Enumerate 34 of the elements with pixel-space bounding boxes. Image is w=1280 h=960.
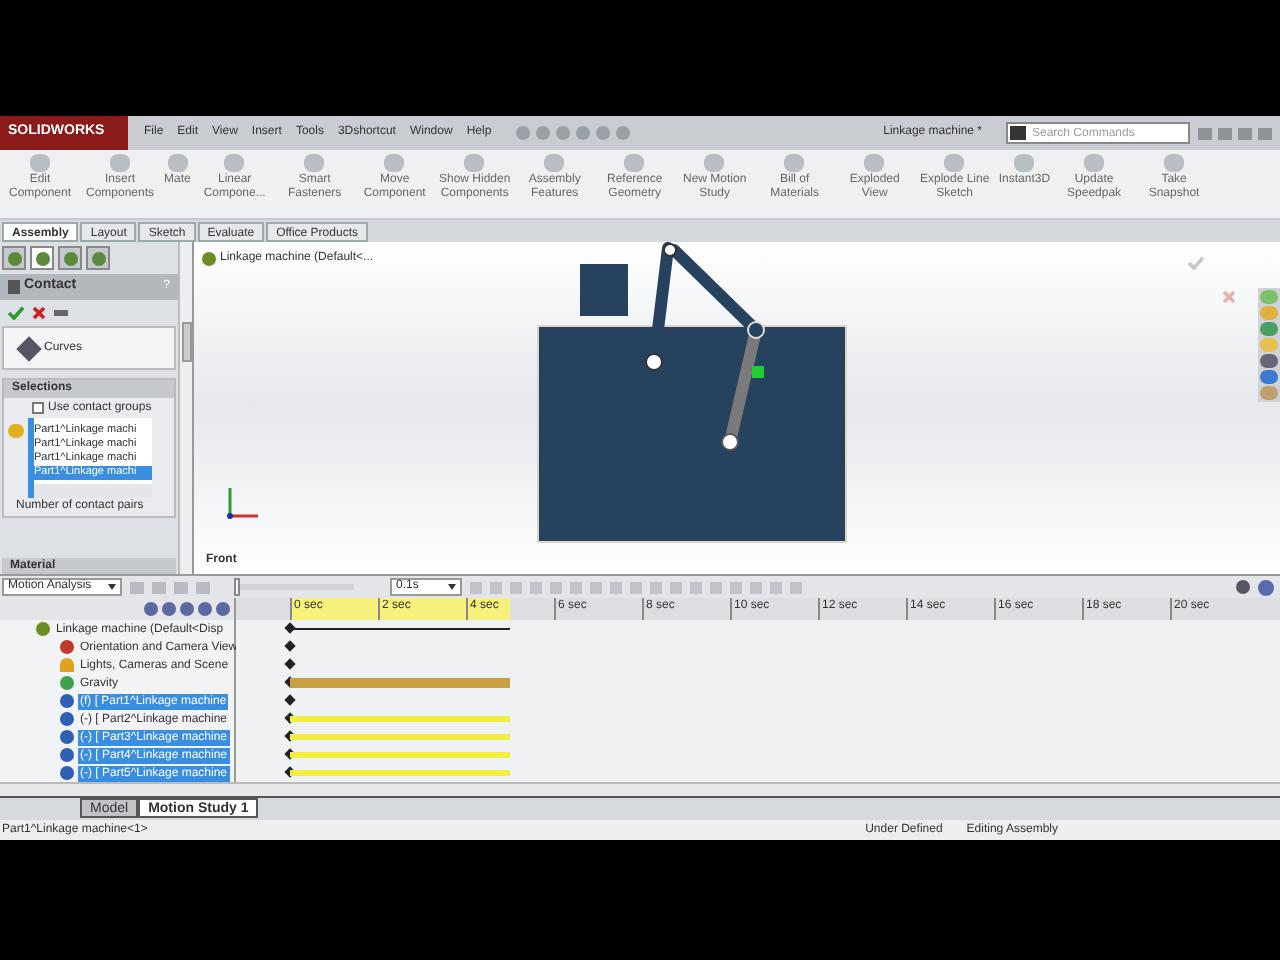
tool-icon [304,154,325,172]
scrollbar-thumb[interactable] [181,322,191,362]
panel-tab[interactable] [2,246,26,270]
tool-icon [544,154,565,172]
panel-tab[interactable] [30,246,54,270]
panel-tab[interactable] [58,246,82,270]
confirm-check-icon[interactable] [1188,256,1204,270]
ok-icon[interactable] [8,306,24,320]
tool-icon [704,154,725,172]
cancel-icon[interactable] [32,306,46,320]
tool-icon [864,154,885,172]
tool-icon [384,154,405,172]
tool-icon [784,154,805,172]
axis-triad-icon [227,488,258,519]
search-icon [1010,126,1026,140]
tool-icon [110,154,130,172]
tool-icon [224,154,245,172]
tool-icon [464,154,485,172]
block-part [580,264,628,316]
tool-icon [1164,154,1185,172]
tool-icon [30,154,50,172]
tool-icon [1084,154,1105,172]
caret-icon [108,584,116,591]
tool-icon [624,154,645,172]
caret-icon [448,584,456,591]
playback-slider-thumb[interactable] [234,578,240,597]
selection-marker [752,366,764,378]
close-icon[interactable] [1222,290,1236,304]
list-scrollbar[interactable] [34,484,152,498]
panel-tab[interactable] [86,246,110,270]
checkbox[interactable] [32,402,44,414]
tool-icon [1014,154,1035,172]
tool-icon [944,154,965,172]
tool-icon [167,154,188,172]
